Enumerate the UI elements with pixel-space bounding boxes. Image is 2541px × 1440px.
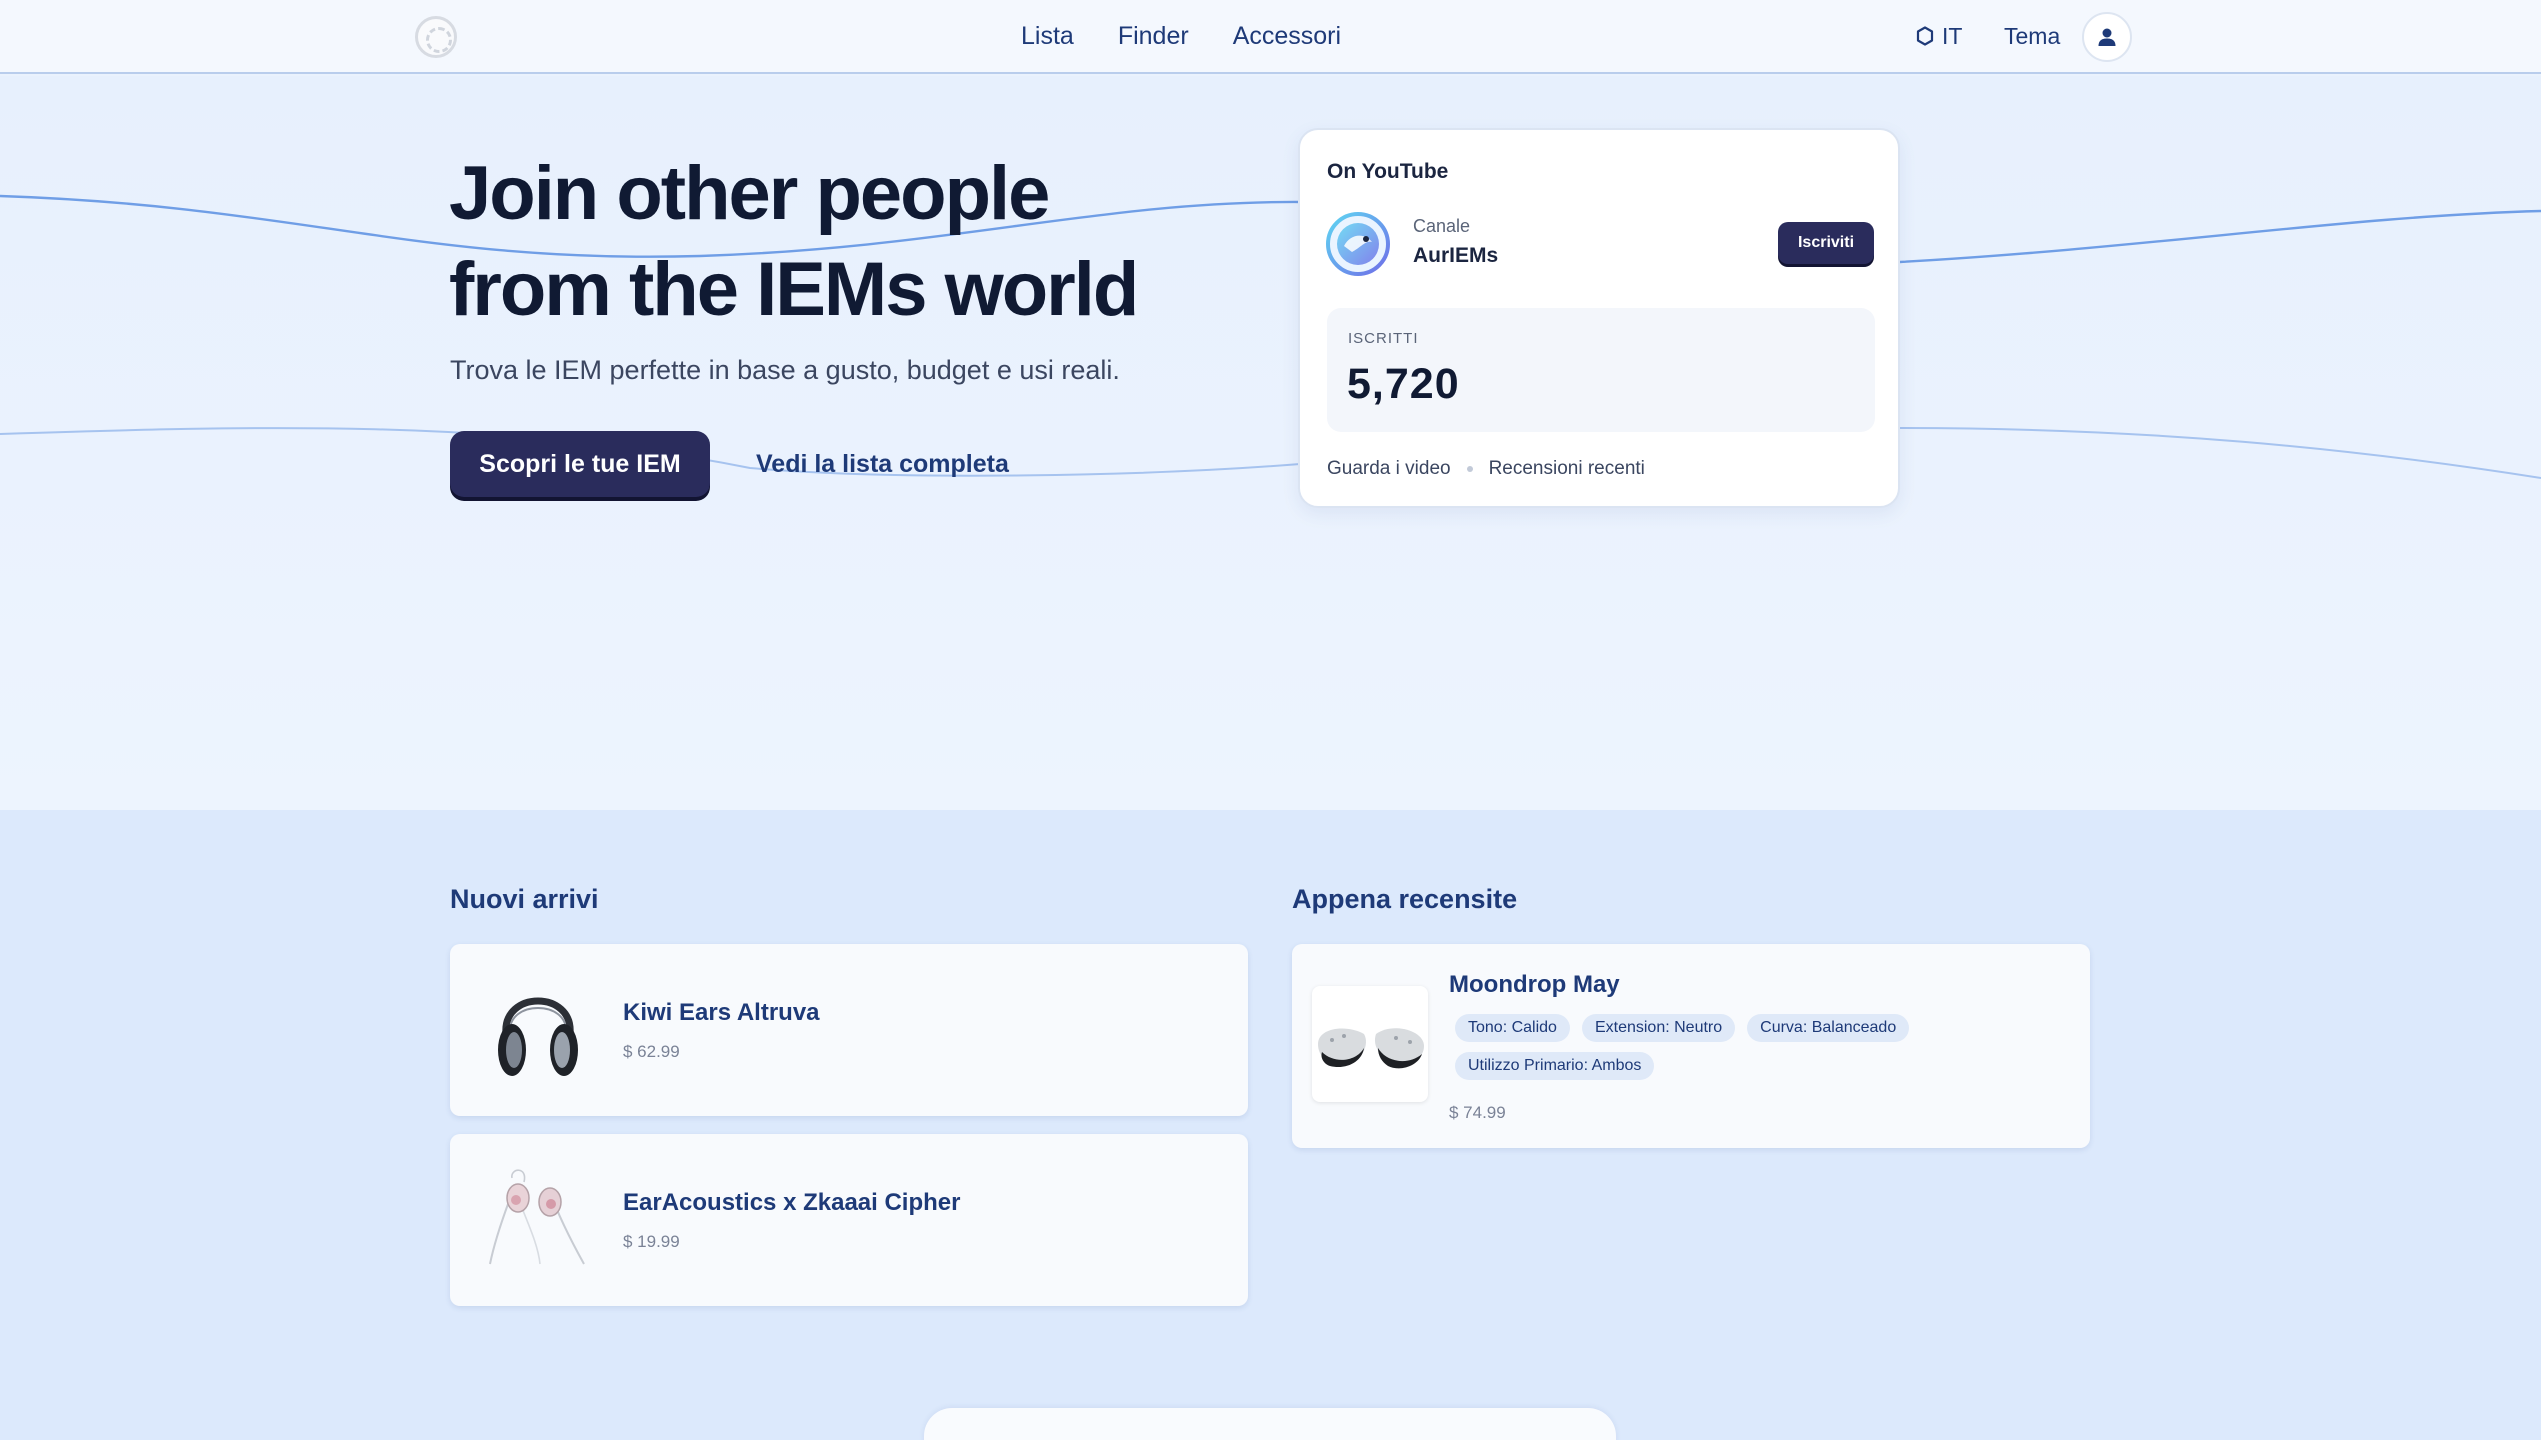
logo-icon[interactable] xyxy=(415,16,457,58)
top-navbar: Lista Finder Accessori IT Tema xyxy=(0,0,2541,74)
iem-shells-image xyxy=(1318,1028,1424,1069)
review-card[interactable]: Moondrop May Tono: Calido Extension: Neu… xyxy=(1292,944,2090,1148)
product-card[interactable]: EarAcoustics x Zkaaai Cipher $ 19.99 xyxy=(450,1134,1248,1306)
channel-avatar-icon[interactable] xyxy=(1326,212,1390,276)
nav-link-accessori[interactable]: Accessori xyxy=(1233,20,1341,52)
channel-label: Canale xyxy=(1413,216,1471,236)
watch-videos-link[interactable]: Guarda i video xyxy=(1327,458,1451,480)
full-list-link[interactable]: Vedi la lista completa xyxy=(756,448,1009,480)
recent-reviews-link[interactable]: Recensioni recenti xyxy=(1489,458,1645,480)
channel-name[interactable]: AurIEMs xyxy=(1413,244,1498,268)
product-price: $ 62.99 xyxy=(623,1042,680,1061)
page: Lista Finder Accessori IT Tema Join othe… xyxy=(0,0,2541,1440)
tag-tono[interactable]: Tono: Calido xyxy=(1455,1014,1570,1042)
hero-section: Join other people from the IEMs world Tr… xyxy=(0,76,2541,810)
hero-subtitle: Trova le IEM perfette in base a gusto, b… xyxy=(450,355,1120,385)
theme-toggle[interactable]: Tema xyxy=(2004,20,2060,52)
youtube-card: On YouTube Canale AurIEMs Iscriviti ISCR… xyxy=(1298,128,1900,508)
product-thumbnail xyxy=(1312,986,1428,1102)
language-switcher[interactable]: IT xyxy=(1916,20,1962,52)
discover-iem-button[interactable]: Scopri le tue IEM xyxy=(450,431,710,497)
new-arrivals-title: Nuovi arrivi xyxy=(450,884,599,914)
tag-list: Tono: Calido Extension: Neutro Curva: Ba… xyxy=(1455,1014,2075,1080)
nav-link-lista[interactable]: Lista xyxy=(1021,20,1074,52)
hero-title: Join other people from the IEMs world xyxy=(449,146,1209,338)
nav-link-finder[interactable]: Finder xyxy=(1118,20,1189,52)
tag-extension[interactable]: Extension: Neutro xyxy=(1581,1014,1736,1042)
product-price: $ 74.99 xyxy=(1449,1103,1506,1122)
main-nav: Lista Finder Accessori xyxy=(1021,20,1341,52)
youtube-links: Guarda i video Recensioni recenti xyxy=(1327,458,1645,480)
tag-utilizzo[interactable]: Utilizzo Primario: Ambos xyxy=(1455,1052,1655,1080)
subscribe-button[interactable]: Iscriviti xyxy=(1778,222,1874,264)
product-name[interactable]: EarAcoustics x Zkaaai Cipher xyxy=(623,1188,960,1218)
bottom-panel xyxy=(924,1408,1616,1440)
products-section: Nuovi arrivi Appena recensite Kiwi Ears … xyxy=(0,810,2541,1440)
hero-title-line-1: Join other people xyxy=(449,151,1050,236)
hexagon-icon xyxy=(1916,26,1934,46)
tag-curva[interactable]: Curva: Balanceado xyxy=(1747,1014,1910,1042)
user-icon xyxy=(2098,28,2116,46)
product-name[interactable]: Moondrop May xyxy=(1449,970,1620,1000)
earphones-image xyxy=(489,1169,585,1265)
subscribers-count: 5,720 xyxy=(1347,360,1460,408)
separator-dot xyxy=(1466,466,1473,472)
headphones-image xyxy=(498,997,578,1076)
user-account-button[interactable] xyxy=(2082,12,2132,62)
product-card[interactable]: Kiwi Ears Altruva $ 62.99 xyxy=(450,944,1248,1116)
youtube-card-heading: On YouTube xyxy=(1327,160,1449,183)
recently-reviewed-title: Appena recensite xyxy=(1292,884,1518,914)
language-label: IT xyxy=(1942,23,1963,49)
subscribers-label: ISCRITTI xyxy=(1348,330,1419,347)
hero-title-line-2: from the IEMs world xyxy=(449,247,1139,332)
product-price: $ 19.99 xyxy=(623,1232,680,1251)
decorative-waves xyxy=(0,194,2541,479)
product-name[interactable]: Kiwi Ears Altruva xyxy=(623,998,820,1028)
subscriber-stat-box: ISCRITTI 5,720 xyxy=(1327,308,1875,432)
